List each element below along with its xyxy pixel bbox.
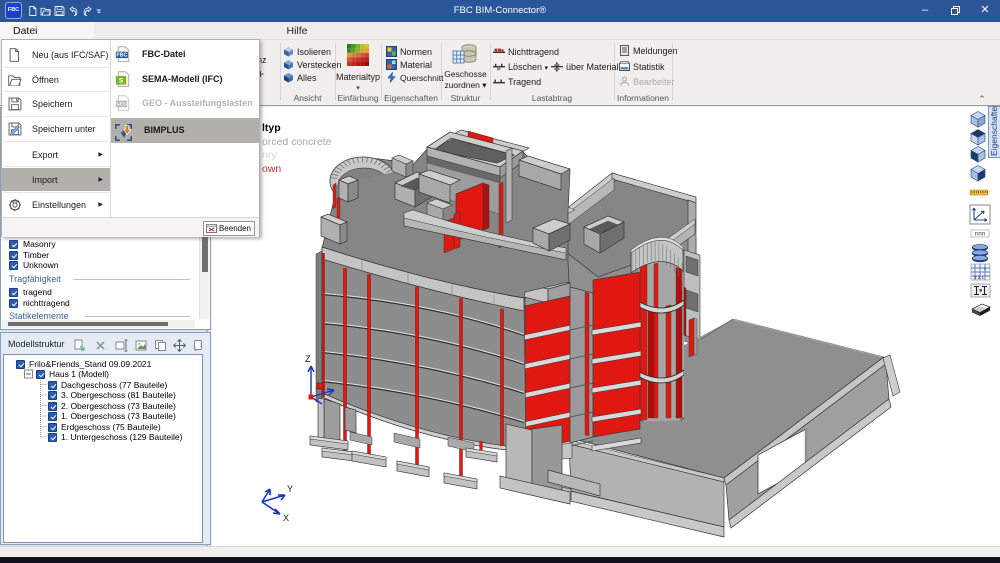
svg-text:3 2 1: 3 2 1	[974, 275, 985, 280]
svg-text:Z: Z	[305, 354, 311, 364]
svg-text:Y: Y	[287, 484, 293, 494]
svg-text:nnn: nnn	[975, 231, 986, 238]
svg-text:X: X	[283, 513, 289, 523]
